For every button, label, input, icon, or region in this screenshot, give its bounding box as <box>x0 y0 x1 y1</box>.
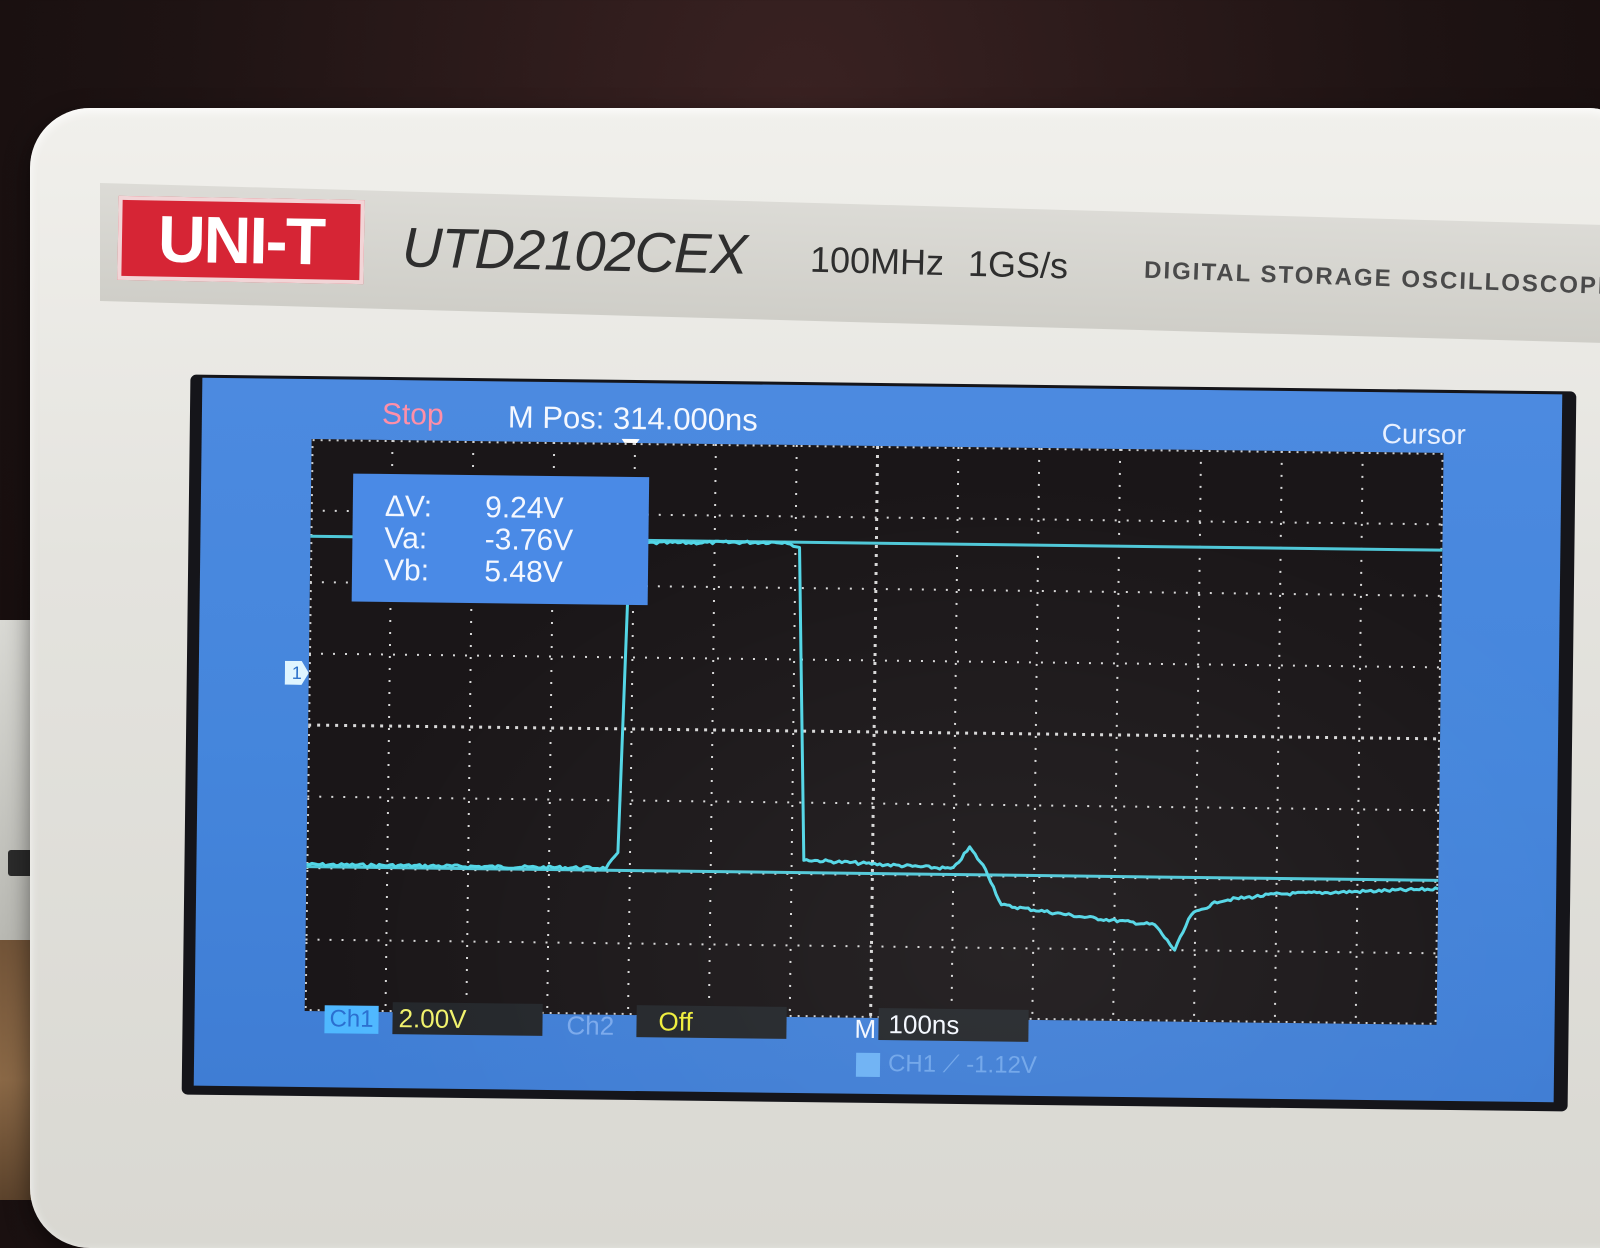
ch2-state: Off <box>636 1005 787 1039</box>
timebase-value: 100ns <box>878 1008 1029 1042</box>
delta-v-label: ΔV: <box>384 489 433 524</box>
vb-label: Vb: <box>383 553 430 588</box>
menu-title[interactable]: Cursor <box>1382 418 1466 451</box>
va-row: Va: -3.76V <box>384 522 573 558</box>
delta-v-row: ΔV: 9.24V <box>385 490 564 526</box>
ch1-scale: 2.00V <box>392 1002 543 1036</box>
timebase-label: M <box>854 1013 877 1044</box>
cursor-readout: ΔV: 9.24V Va: -3.76V Vb: 5.48V <box>351 473 650 606</box>
run-status: Stop <box>381 397 444 432</box>
trigger-info: CH1 ⟋ -1.12V <box>855 1050 1038 1080</box>
ch2-label[interactable]: Ch2 <box>566 1010 614 1042</box>
trigger-text: CH1 ⟋ -1.12V <box>887 1050 1038 1079</box>
horizontal-position: M Pos: 314.000ns <box>507 399 759 438</box>
spec-text: 100MHz 1GS/s <box>809 238 1069 288</box>
oscilloscope-screen: Stop M Pos: 314.000ns Cursor 1 ΔV: 9.24V… <box>193 377 1563 1103</box>
model-name: UTD2102CEX <box>401 215 748 286</box>
brand-logo-text: UNI-T <box>157 201 325 279</box>
vb-value: 5.48V <box>484 555 563 590</box>
ch1-label[interactable]: Ch1 <box>324 1005 379 1034</box>
brand-logo: UNI-T <box>117 195 365 285</box>
trigger-icon <box>855 1052 881 1077</box>
va-label: Va: <box>384 521 428 556</box>
va-value: -3.76V <box>484 523 574 558</box>
channel-1-marker: 1 <box>285 661 309 685</box>
bandwidth: 100MHz <box>809 238 945 284</box>
bottom-status-bar: Ch1 2.00V Ch2 Off M 100ns CH1 ⟋ -1.12V <box>194 990 1555 1097</box>
sample-rate: 1GS/s <box>967 242 1069 287</box>
delta-v-value: 9.24V <box>484 491 564 526</box>
vb-row: Vb: 5.48V <box>384 554 563 590</box>
